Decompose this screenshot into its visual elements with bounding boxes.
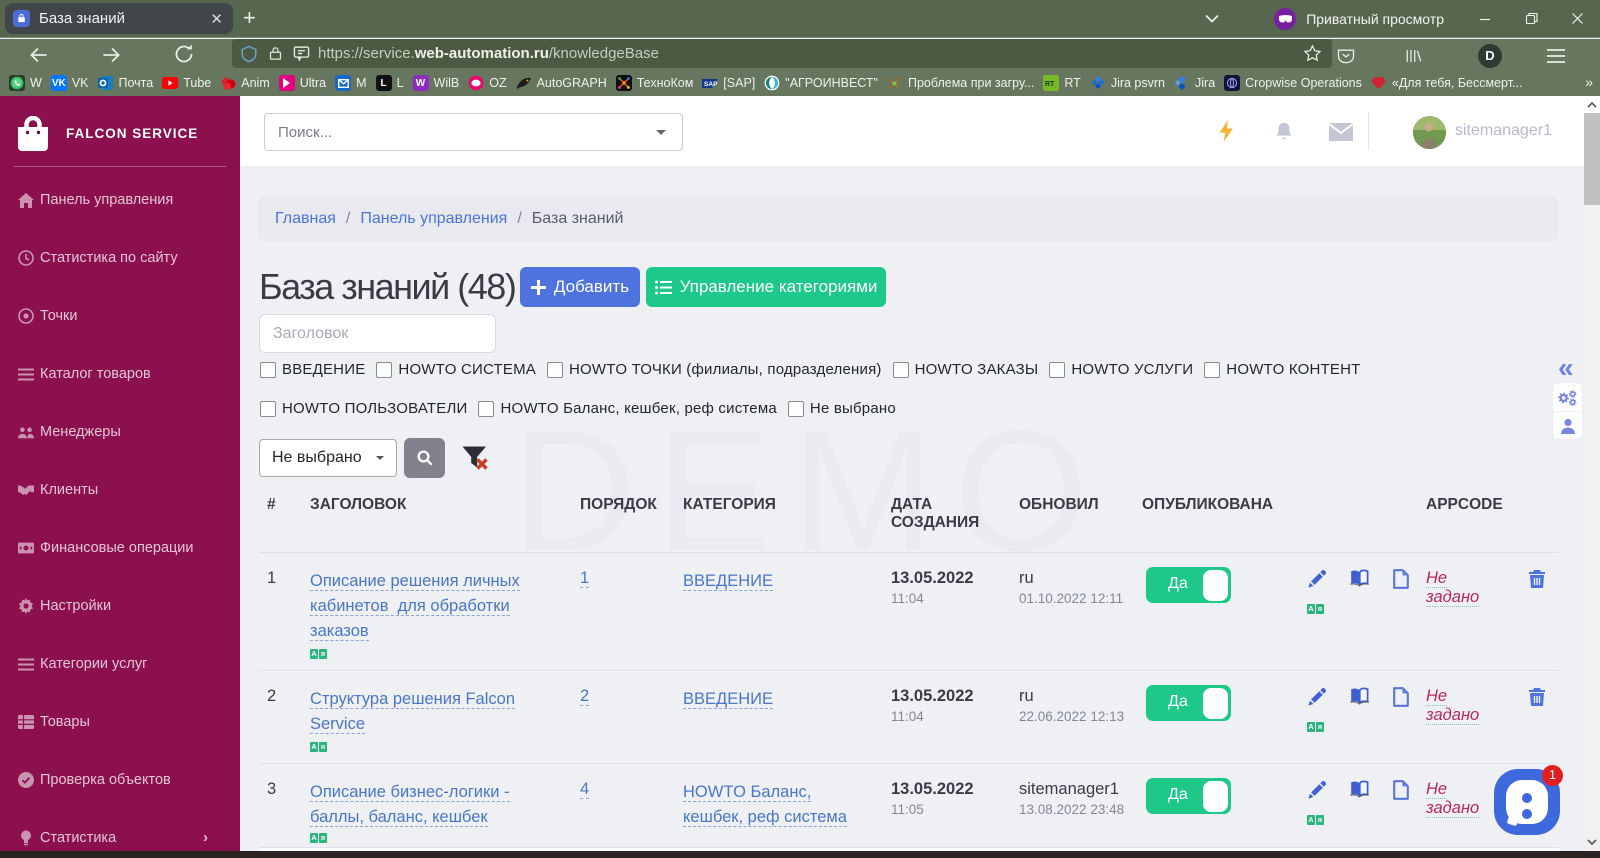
svg-text:RT: RT xyxy=(1045,81,1055,87)
svg-text:SAP: SAP xyxy=(704,81,718,88)
